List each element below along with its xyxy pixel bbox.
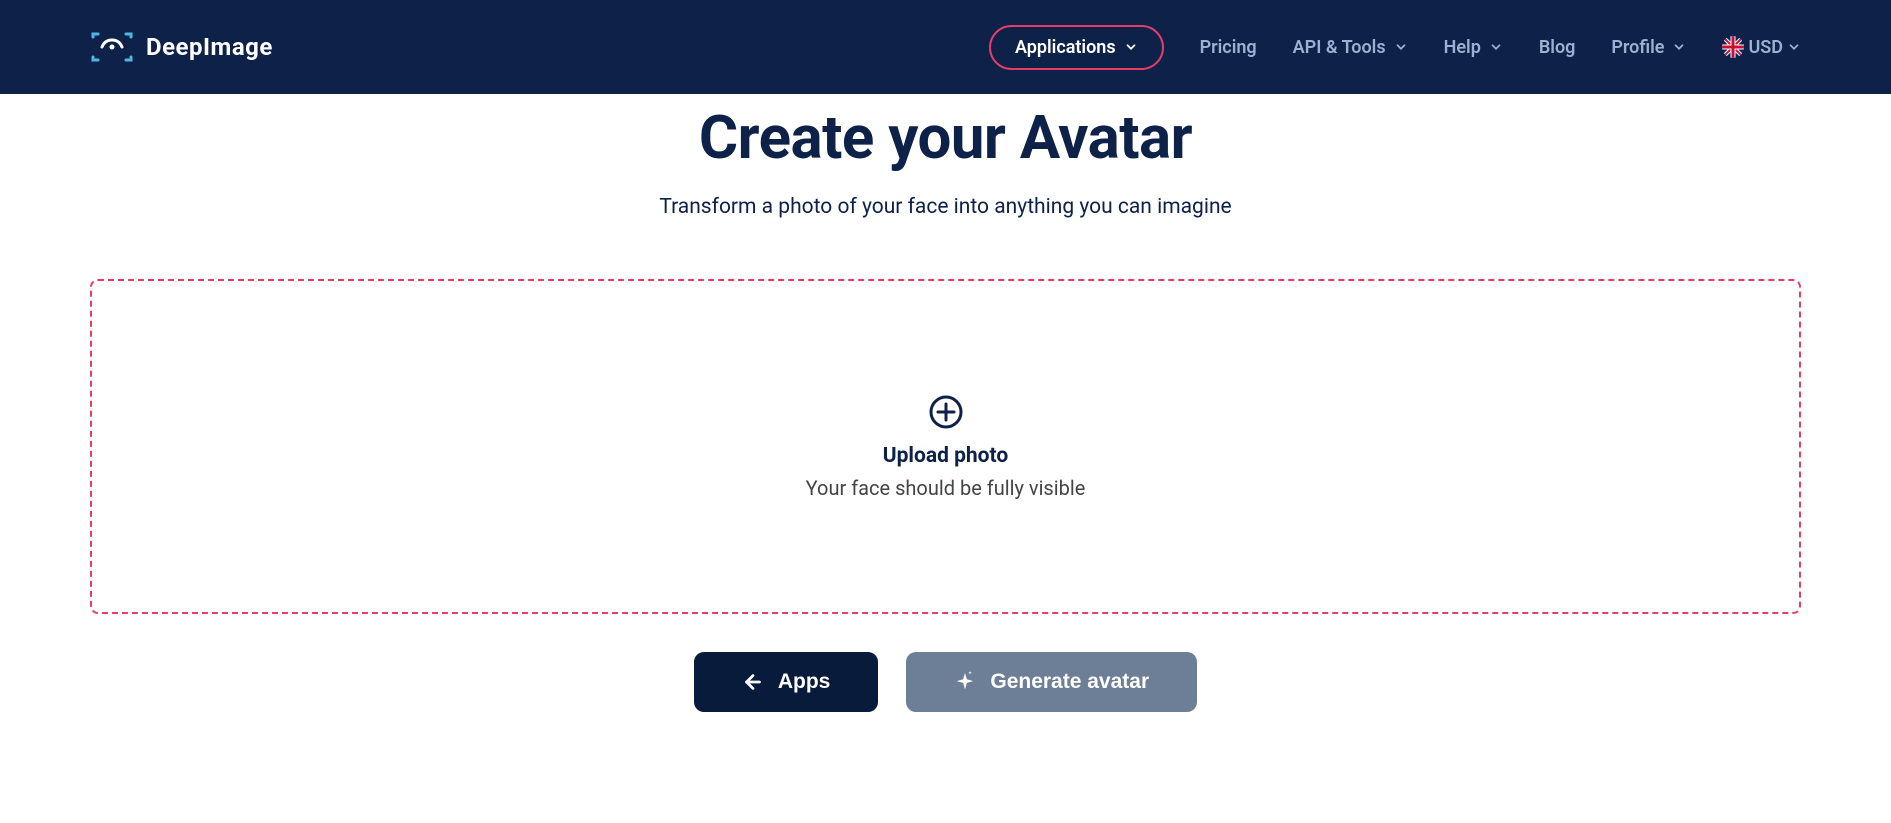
nav-profile-label: Profile: [1611, 37, 1664, 58]
nav-blog[interactable]: Blog: [1539, 27, 1576, 68]
nav-profile[interactable]: Profile: [1611, 27, 1686, 68]
apps-button-label: Apps: [778, 670, 831, 694]
nav-pricing-label: Pricing: [1200, 37, 1257, 58]
currency-label: USD: [1748, 37, 1783, 58]
upload-dropzone[interactable]: Upload photo Your face should be fully v…: [90, 279, 1801, 614]
chevron-down-icon: [1124, 40, 1138, 54]
nav-applications-label: Applications: [1015, 37, 1116, 58]
nav-help[interactable]: Help: [1444, 27, 1503, 68]
logo-icon: [90, 31, 134, 63]
arrow-left-icon: [742, 671, 764, 693]
sparkle-icon: [954, 671, 976, 693]
nav-applications[interactable]: Applications: [989, 25, 1164, 70]
plus-circle-icon: [928, 394, 964, 430]
main: Create your Avatar Transform a photo of …: [0, 102, 1891, 752]
nav-pricing[interactable]: Pricing: [1200, 27, 1257, 68]
nav-help-label: Help: [1444, 37, 1481, 58]
actions: Apps Generate avatar: [90, 652, 1801, 712]
page-subtitle: Transform a photo of your face into anyt…: [90, 195, 1801, 219]
logo[interactable]: DeepImage: [90, 31, 273, 63]
nav-api-tools-label: API & Tools: [1293, 37, 1386, 58]
brand-name: DeepImage: [146, 33, 273, 61]
page-title: Create your Avatar: [90, 102, 1801, 173]
chevron-down-icon: [1787, 40, 1801, 54]
generate-avatar-button[interactable]: Generate avatar: [906, 652, 1197, 712]
chevron-down-icon: [1489, 40, 1503, 54]
upload-hint: Your face should be fully visible: [806, 476, 1086, 500]
upload-title: Upload photo: [883, 444, 1008, 468]
apps-button[interactable]: Apps: [694, 652, 879, 712]
flag-uk-icon: [1722, 36, 1744, 58]
nav: Applications Pricing API & Tools Help Bl…: [989, 25, 1801, 70]
header: DeepImage Applications Pricing API & Too…: [0, 0, 1891, 94]
chevron-down-icon: [1394, 40, 1408, 54]
currency-selector[interactable]: USD: [1722, 36, 1801, 58]
chevron-down-icon: [1672, 40, 1686, 54]
generate-avatar-button-label: Generate avatar: [990, 670, 1149, 694]
nav-blog-label: Blog: [1539, 37, 1576, 58]
nav-api-tools[interactable]: API & Tools: [1293, 27, 1408, 68]
